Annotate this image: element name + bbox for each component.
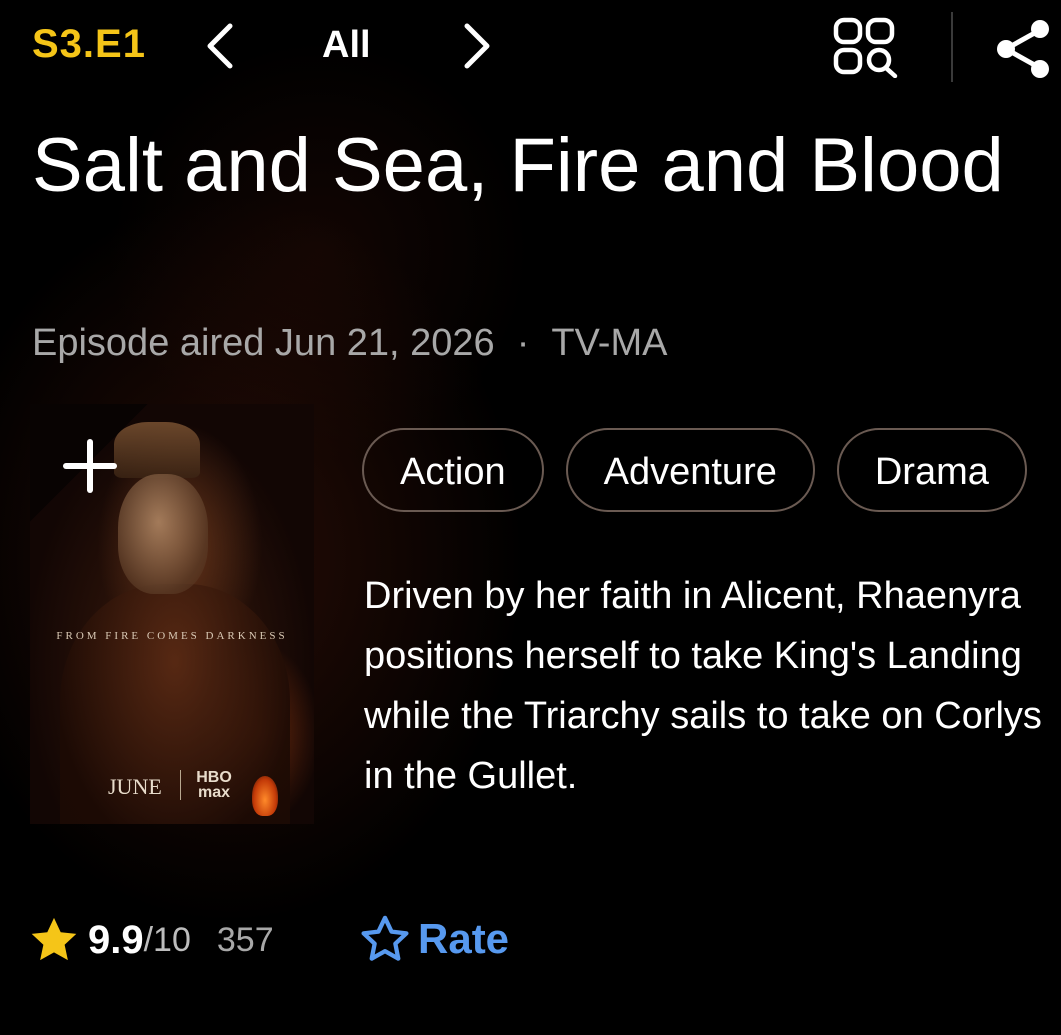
episode-meta: Episode aired Jun 21, 2026 · TV-MA xyxy=(32,322,667,365)
rating-score: 9.9 xyxy=(88,917,144,962)
previous-episode-icon[interactable] xyxy=(200,20,242,72)
poster-release: JUNE xyxy=(108,774,162,799)
genre-chip-drama[interactable]: Drama xyxy=(836,428,1027,512)
poster-brand-logo: HBO max xyxy=(180,769,243,801)
episode-title: Salt and Sea, Fire and Blood xyxy=(32,123,1004,208)
rate-label: Rate xyxy=(418,915,510,962)
browse-episodes-icon[interactable] xyxy=(832,16,902,78)
genre-chips: Action Adventure Drama xyxy=(362,428,1061,518)
toolbar-divider xyxy=(951,12,953,82)
poster-tagline: FROM FIRE COMES DARKNESS xyxy=(56,630,288,642)
plus-icon xyxy=(63,439,117,493)
meta-separator: · xyxy=(516,322,530,364)
star-filled-icon xyxy=(31,917,77,961)
star-outline-icon xyxy=(361,915,409,961)
rate-button[interactable]: Rate xyxy=(358,908,509,970)
rating-out-of: /10 xyxy=(143,920,191,959)
plot-summary[interactable]: Driven by her faith in Alicent, Rhaenyra… xyxy=(364,566,1054,806)
genre-chip-adventure[interactable]: Adventure xyxy=(565,428,815,512)
share-icon[interactable] xyxy=(992,18,1054,80)
genre-chip-action[interactable]: Action xyxy=(362,428,544,512)
poster-brand-bottom: max xyxy=(197,784,231,801)
next-episode-icon[interactable] xyxy=(455,20,497,72)
rating-count: 357 xyxy=(216,920,274,959)
top-bar: S3.E1 All xyxy=(0,0,1061,95)
rating-summary[interactable]: 9.9 /10 357 xyxy=(28,910,274,970)
episode-code: S3.E1 xyxy=(32,22,146,66)
poster-brand-top: HBO xyxy=(196,769,232,786)
air-date: Episode aired Jun 21, 2026 xyxy=(32,322,495,364)
poster-flame xyxy=(252,776,278,816)
content-rating: TV-MA xyxy=(551,322,668,364)
add-to-watchlist-button[interactable] xyxy=(30,404,148,522)
episode-filter-label[interactable]: All xyxy=(322,24,371,67)
